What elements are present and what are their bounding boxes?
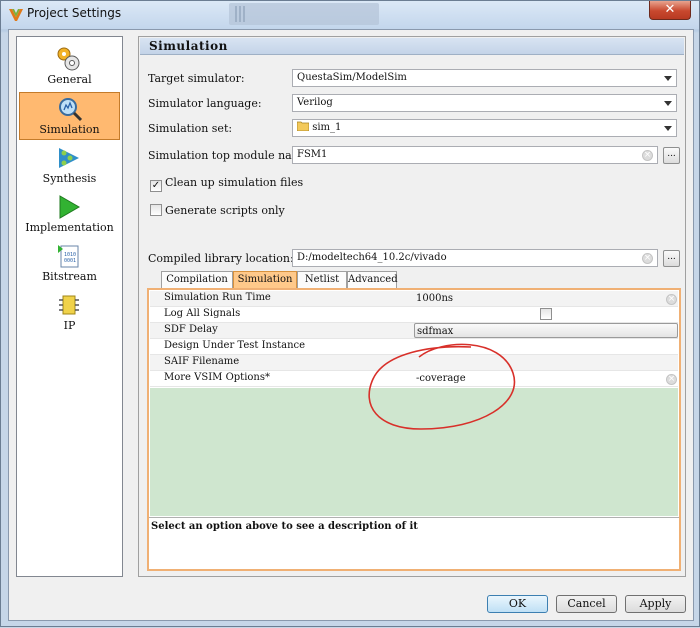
tab-advanced[interactable]: Advanced: [347, 271, 398, 288]
clear-icon[interactable]: ×: [666, 294, 677, 305]
property-value-input[interactable]: [414, 355, 678, 370]
bitstream-icon: 1010 0001: [58, 245, 79, 268]
property-value-input[interactable]: -coverage: [414, 371, 678, 386]
nav-label-synthesis: Synthesis: [42, 172, 97, 185]
property-name: More VSIM Options*: [164, 372, 270, 383]
log-all-signals-checkbox[interactable]: [540, 308, 552, 320]
chevron-down-icon: [664, 101, 672, 106]
clean-up-checkbox-row[interactable]: ✓ Clean up simulation files: [150, 176, 303, 192]
property-value-input[interactable]: 1000ns: [414, 291, 678, 306]
folder-icon: [296, 121, 310, 132]
nav-item-ip[interactable]: IP: [19, 289, 120, 337]
target-simulator-value: QuestaSim/ModelSim: [297, 72, 407, 83]
simulator-language-value: Verilog: [297, 97, 333, 108]
target-simulator-combo[interactable]: QuestaSim/ModelSim: [292, 69, 677, 87]
blurred-title-overlay: [229, 3, 379, 25]
property-table: Simulation Run Time 1000ns × Log All Sig…: [150, 291, 678, 387]
settings-nav: General Simulation Synthesis Implementat…: [16, 36, 123, 577]
generate-scripts-checkbox-row[interactable]: Generate scripts only: [150, 204, 285, 217]
chevron-down-icon: [664, 126, 672, 131]
generate-scripts-label: Generate scripts only: [165, 204, 285, 217]
simulation-set-value: sim_1: [312, 122, 342, 133]
chevron-down-icon: [664, 76, 672, 81]
vivado-app-icon: [9, 9, 23, 21]
general-icon: [57, 47, 80, 71]
svg-text:0001: 0001: [64, 258, 76, 264]
compiled-library-browse-button[interactable]: ...: [663, 250, 680, 267]
simulation-set-label: Simulation set:: [148, 122, 233, 135]
tab-netlist[interactable]: Netlist: [297, 271, 347, 288]
compiled-library-value: D:/modeltech64_10.2c/vivado: [297, 252, 447, 263]
window-title: Project Settings: [27, 6, 122, 20]
table-row[interactable]: SDF Delay sdfmax: [150, 323, 678, 339]
property-name: Design Under Test Instance: [164, 340, 306, 351]
nav-label-implementation: Implementation: [25, 221, 114, 234]
compiled-library-input[interactable]: D:/modeltech64_10.2c/vivado ×: [292, 249, 658, 267]
property-name: SDF Delay: [164, 324, 218, 335]
sdf-delay-combo[interactable]: sdfmax: [414, 323, 678, 338]
top-module-input[interactable]: FSM1 ×: [292, 146, 658, 164]
table-row[interactable]: Log All Signals: [150, 307, 678, 323]
simulator-language-combo[interactable]: Verilog: [292, 94, 677, 112]
synthesis-icon: [59, 148, 79, 168]
nav-item-simulation[interactable]: Simulation: [19, 92, 120, 140]
implementation-icon: [59, 195, 80, 219]
nav-label-general: General: [47, 73, 92, 86]
top-module-label: Simulation top module name:: [148, 149, 313, 162]
property-value-input[interactable]: [414, 339, 678, 354]
property-name: Log All Signals: [164, 308, 241, 319]
project-settings-window: Project Settings ✕ General Simulation Sy…: [0, 0, 700, 627]
close-button[interactable]: ✕: [649, 1, 691, 20]
nav-label-simulation: Simulation: [39, 123, 100, 136]
ip-icon: [59, 295, 79, 315]
ok-button[interactable]: OK: [487, 595, 548, 613]
panel-header: Simulation: [140, 38, 684, 55]
generate-scripts-checkbox[interactable]: [150, 204, 162, 216]
top-module-browse-button[interactable]: ...: [663, 147, 680, 164]
tab-compilation[interactable]: Compilation: [161, 271, 233, 288]
table-row[interactable]: SAIF Filename: [150, 355, 678, 371]
simulation-settings-panel: Simulation Target simulator: QuestaSim/M…: [138, 36, 686, 577]
empty-properties-area: [150, 388, 678, 516]
nav-item-general[interactable]: General: [19, 43, 120, 91]
nav-label-bitstream: Bitstream: [42, 270, 97, 283]
property-name: Simulation Run Time: [164, 292, 271, 303]
nav-item-synthesis[interactable]: Synthesis: [19, 142, 120, 190]
clear-icon[interactable]: ×: [666, 374, 677, 385]
compiled-library-label: Compiled library location:: [148, 252, 294, 265]
top-module-value: FSM1: [297, 149, 328, 160]
apply-button[interactable]: Apply: [625, 595, 686, 613]
property-name: SAIF Filename: [164, 356, 240, 367]
clean-up-checkbox[interactable]: ✓: [150, 180, 162, 192]
simulator-language-label: Simulator language:: [148, 97, 262, 110]
clean-up-label: Clean up simulation files: [165, 176, 304, 189]
dialog-client-area: General Simulation Synthesis Implementat…: [8, 29, 694, 621]
simulation-icon: [59, 98, 83, 122]
nav-item-implementation[interactable]: Implementation: [19, 191, 120, 239]
property-description: Select an option above to see a descript…: [149, 517, 679, 569]
simulation-tab-content: Simulation Run Time 1000ns × Log All Sig…: [147, 288, 681, 571]
nav-item-bitstream[interactable]: 1010 0001 Bitstream: [19, 240, 120, 288]
clear-icon[interactable]: ×: [642, 253, 653, 264]
table-row[interactable]: Design Under Test Instance: [150, 339, 678, 355]
target-simulator-label: Target simulator:: [148, 72, 245, 85]
title-bar[interactable]: Project Settings ✕: [1, 1, 699, 29]
clear-icon[interactable]: ×: [642, 150, 653, 161]
simulation-set-combo[interactable]: sim_1: [292, 119, 677, 137]
nav-label-ip: IP: [63, 319, 76, 332]
table-row[interactable]: Simulation Run Time 1000ns ×: [150, 291, 678, 307]
tab-simulation[interactable]: Simulation: [233, 271, 297, 288]
cancel-button[interactable]: Cancel: [556, 595, 617, 613]
table-row[interactable]: More VSIM Options* -coverage ×: [150, 371, 678, 387]
